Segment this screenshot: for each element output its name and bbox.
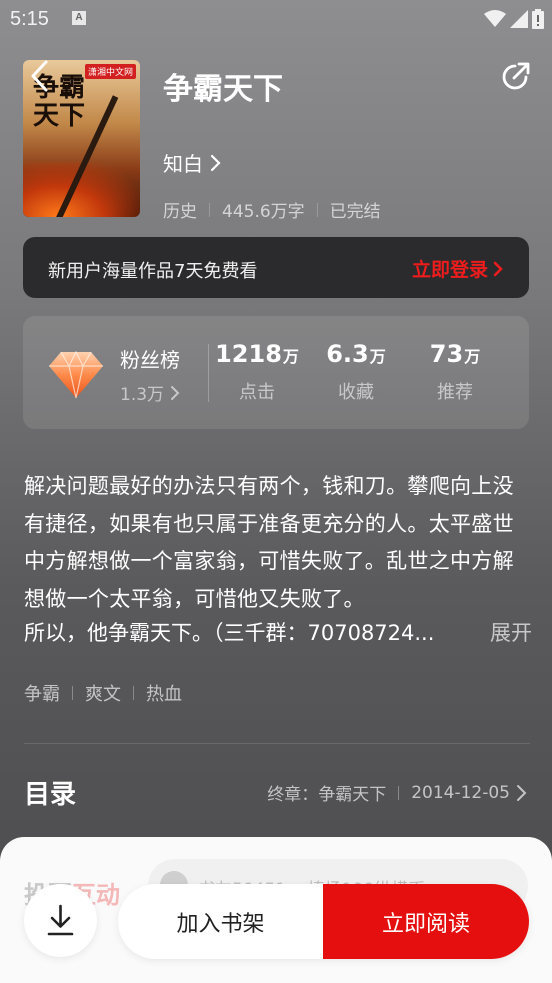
- fans-rank-label[interactable]: 粉丝榜: [120, 344, 180, 373]
- divider: [209, 202, 210, 217]
- login-button-label: 立即登录: [411, 259, 488, 281]
- toc-latest-chapter: 终章：争霸天下: [267, 785, 387, 805]
- battery-icon: [532, 9, 544, 29]
- stat-clicks-unit: 万: [282, 347, 299, 366]
- book-meta: 历史 445.6万字 已完结: [163, 197, 381, 222]
- stat-clicks-label: 点击: [239, 382, 275, 403]
- status-bar: 5:15 A: [0, 0, 552, 38]
- divider: [398, 785, 400, 800]
- wifi-icon: [484, 10, 506, 27]
- book-status: 已完结: [329, 202, 381, 222]
- fans-count-link[interactable]: 1.3万: [120, 380, 180, 405]
- download-button[interactable]: [24, 884, 97, 957]
- book-description: 解决问题最好的办法只有两个，钱和刀。攀爬向上没有捷径，如果有也只属于准备更充分的…: [24, 474, 514, 611]
- download-icon: [47, 904, 74, 936]
- tag-item[interactable]: 争霸: [24, 680, 60, 706]
- tag-item[interactable]: 爽文: [85, 680, 121, 706]
- add-to-shelf-button[interactable]: 加入书架: [118, 884, 323, 959]
- book-title: 争霸天下: [163, 72, 283, 107]
- bottom-action-bar: 投票互动 书友50451... 捧场100纵横币 加入书架 立即阅读: [0, 837, 552, 983]
- divider: [72, 686, 73, 700]
- stat-recommend-label: 推荐: [437, 382, 473, 403]
- chevron-right-icon: [210, 154, 221, 171]
- tag-item[interactable]: 热血: [146, 680, 182, 706]
- status-time: 5:15: [10, 8, 49, 30]
- stat-favorites-value: 6.3: [326, 340, 369, 368]
- expand-button[interactable]: 展开: [490, 617, 532, 647]
- stat-recommend-value: 73: [429, 340, 464, 368]
- read-now-button[interactable]: 立即阅读: [323, 884, 529, 959]
- book-word-count: 445.6万字: [222, 202, 305, 222]
- divider: [133, 686, 134, 700]
- login-button[interactable]: 立即登录: [412, 255, 503, 282]
- login-banner-text: 新用户海量作品7天免费看: [48, 261, 258, 282]
- share-icon[interactable]: [500, 60, 532, 92]
- toc-title[interactable]: 目录: [24, 774, 76, 811]
- description-last-line: 所以，他争霸天下。（三千群：70708724... 展开: [24, 617, 532, 647]
- divider: [24, 743, 530, 744]
- author-name: 知白: [163, 152, 203, 176]
- stat-clicks: 1218万 点击: [207, 340, 307, 404]
- notification-icon: A: [72, 11, 86, 25]
- stat-favorites-label: 收藏: [338, 382, 374, 403]
- toc-date: 2014-12-05: [411, 782, 510, 803]
- stat-favorites-unit: 万: [369, 347, 386, 366]
- back-icon[interactable]: [26, 58, 54, 94]
- stat-recommend: 73万 推荐: [405, 340, 505, 404]
- chevron-right-icon: [493, 261, 503, 276]
- chevron-right-icon: [171, 385, 180, 400]
- book-category: 历史: [163, 202, 197, 222]
- chevron-right-icon: [517, 784, 527, 801]
- signal-icon: [510, 10, 528, 28]
- stat-clicks-value: 1218: [215, 340, 282, 368]
- stats-card: 粉丝榜 1.3万 1218万 点击 6.3万 收藏 73万 推荐: [23, 316, 529, 429]
- toc-latest-link[interactable]: 终章：争霸天下 2014-12-05: [267, 780, 528, 805]
- divider: [316, 202, 318, 217]
- description-truncated: 所以，他争霸天下。（三千群：70708724...: [24, 621, 435, 645]
- stat-recommend-unit: 万: [464, 347, 481, 366]
- status-icons: [484, 8, 544, 30]
- login-banner[interactable]: 新用户海量作品7天免费看 立即登录: [23, 237, 529, 298]
- action-group: 加入书架 立即阅读: [118, 884, 529, 959]
- gem-icon: [49, 350, 103, 399]
- author-link[interactable]: 知白: [163, 148, 221, 177]
- stat-favorites: 6.3万 收藏: [306, 340, 406, 404]
- fans-count: 1.3万: [120, 385, 165, 405]
- tag-list: 争霸 爽文 热血: [24, 680, 182, 706]
